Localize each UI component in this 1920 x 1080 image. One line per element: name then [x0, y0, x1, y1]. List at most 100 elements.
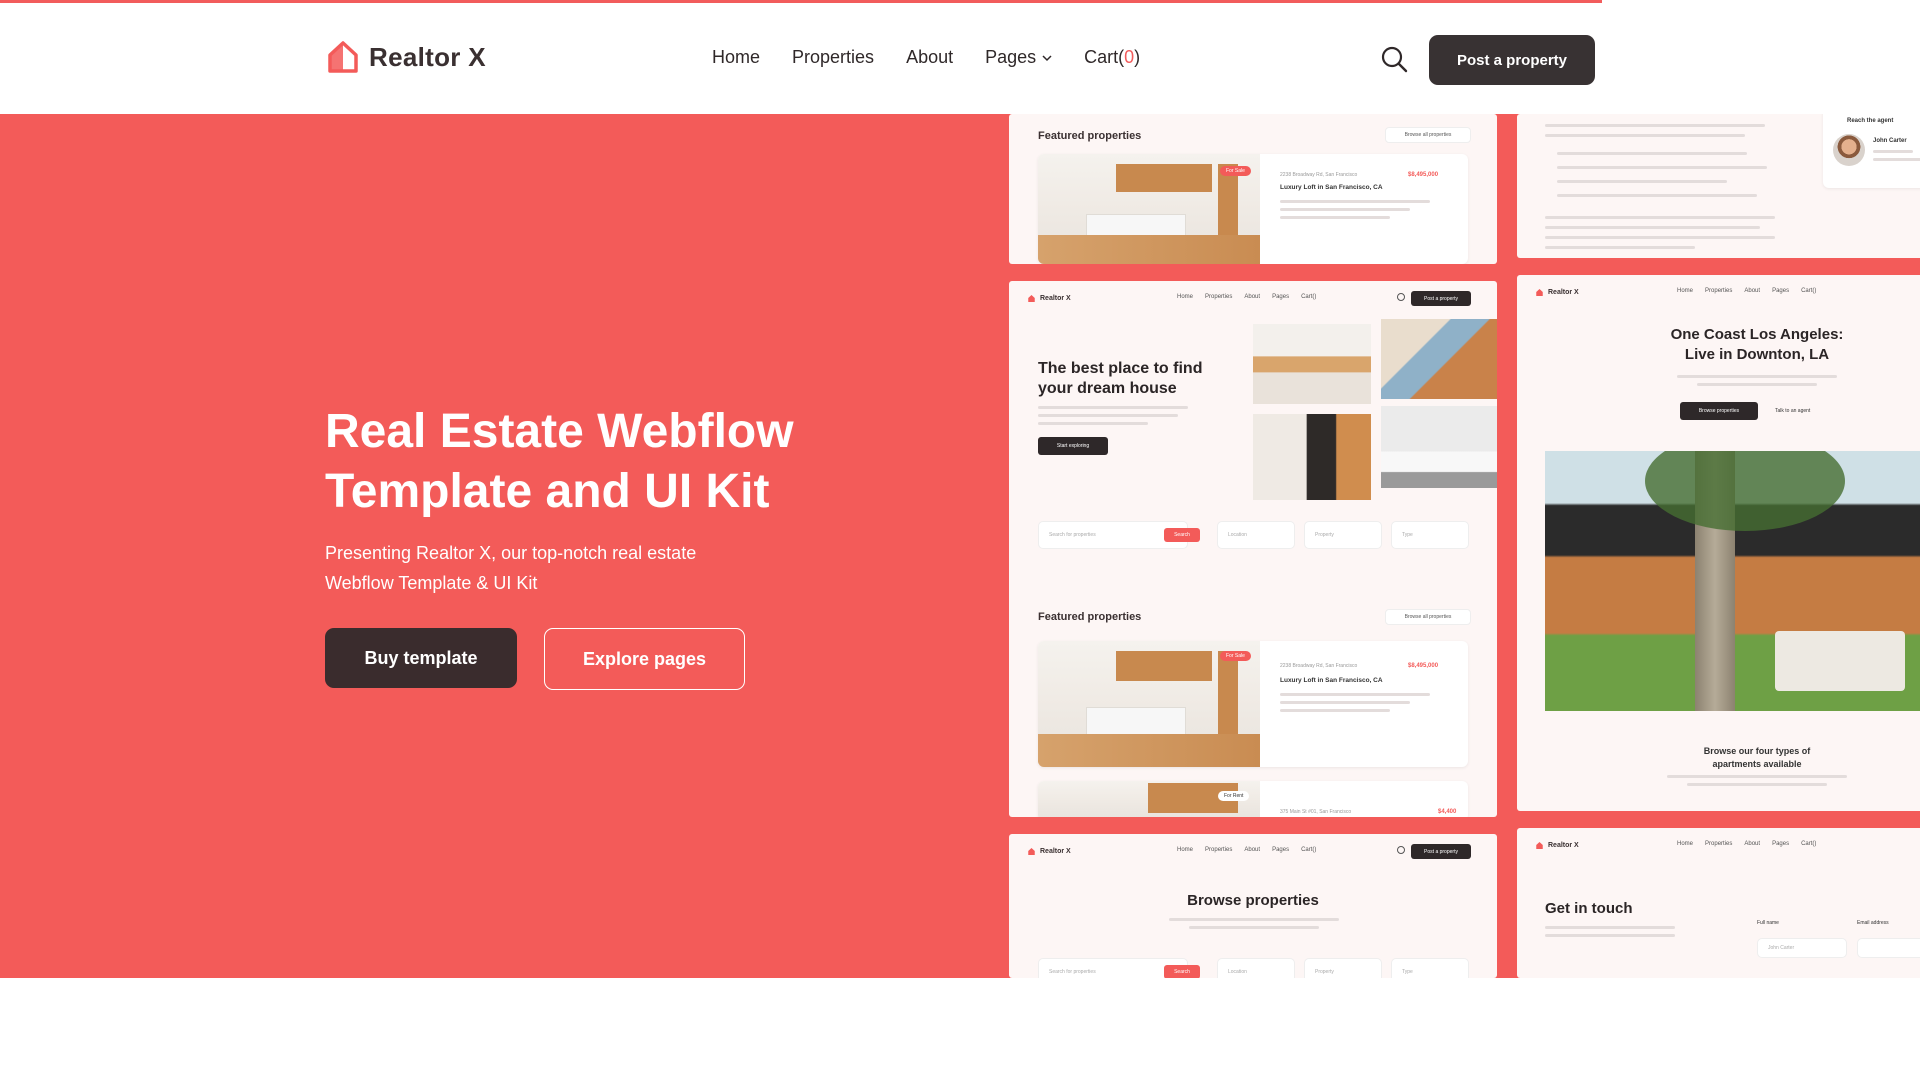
mini-nav-home: Home [1677, 841, 1694, 847]
hero-title: Real Estate Webflow Template and UI Kit [325, 405, 794, 518]
mini-logo-text: Realtor X [1548, 841, 1579, 849]
mini-listing-card: For Sale 2238 Broadway Rd, San Francisco… [1038, 641, 1468, 767]
nav-about[interactable]: About [906, 47, 953, 68]
mini-menu: Home Properties About Pages Cart() [1677, 841, 1816, 847]
sale-tag: For Sale [1220, 166, 1251, 176]
mini-menu: Home Properties About Pages Cart() [1677, 288, 1816, 294]
listing-price: $8,495,000 [1408, 172, 1439, 178]
mini-nav: Realtor X Home Properties About Pages Ca… [1009, 281, 1497, 315]
mini-nav: Realtor X Home Properties About Pages Ca… [1517, 275, 1920, 309]
agent-label: Reach the agent [1847, 118, 1894, 124]
site-header: Realtor X Home Properties About Pages Ca… [0, 3, 1920, 114]
mini-logo-text: Realtor X [1548, 288, 1579, 296]
mini-menu: Home Properties About Pages Cart() [1177, 847, 1316, 853]
listing-price: $8,495,000 [1408, 663, 1439, 669]
contact-full-name-label: Full name [1757, 920, 1779, 926]
mini-nav-properties: Properties [1705, 841, 1733, 847]
agent-card: Reach the agent John Carter [1823, 114, 1920, 188]
room-photo [1253, 414, 1371, 500]
mini-nav-pages: Pages [1772, 288, 1790, 294]
buy-template-button[interactable]: Buy template [325, 628, 517, 688]
contact-email-label: Email address [1857, 920, 1889, 926]
house-logo-icon [1028, 294, 1035, 302]
post-property-button[interactable]: Post a property [1429, 35, 1595, 85]
dining-photo [1253, 324, 1371, 404]
mini-nav: Realtor X Home Properties About Pages Ca… [1009, 834, 1497, 868]
mini-nav-cart: Cart() [1801, 288, 1817, 294]
listing-address: 2238 Broadway Rd, San Francisco [1280, 172, 1358, 178]
browse-types-text: Browse our four types of apartments avai… [1703, 746, 1811, 769]
main-menu: Home Properties About Pages Cart(0) [712, 47, 1140, 68]
search-button[interactable] [1380, 45, 1408, 78]
mini-nav-pages: Pages [1772, 841, 1790, 847]
mini-hero-headline: The best place to find your dream house [1038, 360, 1203, 397]
mini-search-button: Search [1164, 528, 1200, 542]
browse-search-button: Search [1164, 965, 1200, 978]
mini-nav-about: About [1244, 294, 1261, 300]
nav-pages[interactable]: Pages [985, 47, 1052, 68]
hero-subtitle: Presenting Realtor X, our top-notch real… [325, 543, 697, 593]
agent-name: John Carter [1873, 138, 1907, 144]
explore-pages-button[interactable]: Explore pages [544, 628, 745, 690]
preview-browse-all: Browse all properties [1385, 127, 1471, 143]
mini-menu: Home Properties About Pages Cart() [1177, 294, 1316, 300]
mini-nav-properties: Properties [1705, 288, 1733, 294]
listing-title: Luxury Loft in San Francisco, CA [1280, 677, 1383, 684]
browse-location-field: Location [1217, 958, 1295, 978]
mini-post-button: Post a property [1411, 291, 1471, 306]
agent-avatar [1833, 134, 1865, 166]
search-icon [1381, 46, 1408, 73]
house-logo-icon [328, 41, 358, 73]
mini-nav-about: About [1744, 288, 1761, 294]
nav-properties[interactable]: Properties [792, 47, 874, 68]
mini-post-button: Post a property [1411, 844, 1471, 859]
nav-cart-close: ) [1134, 47, 1141, 67]
living-photo [1381, 319, 1497, 399]
mini-nav-home: Home [1177, 294, 1194, 300]
mini-listing-card-2: For Rent 375 Main St #01, San Francisco … [1038, 781, 1468, 817]
mini-nav-home: Home [1677, 288, 1694, 294]
mini-nav-cart: Cart() [1301, 847, 1317, 853]
brand-logo[interactable]: Realtor X [325, 39, 486, 75]
contact-email-field [1857, 938, 1920, 958]
mini-logo: Realtor X [1535, 841, 1579, 850]
preview-agent: Reach the agent John Carter [1517, 114, 1920, 258]
mini-nav-about: About [1744, 841, 1761, 847]
house-logo-icon [1536, 288, 1543, 296]
preview-property-page: Realtor X Home Properties About Pages Ca… [1517, 275, 1920, 811]
listing-title: Luxury Loft in San Francisco, CA [1280, 184, 1383, 191]
mini-logo-text: Realtor X [1040, 847, 1071, 855]
property-agent-link: Talk to an agent [1775, 408, 1811, 414]
mini-nav-cart: Cart() [1301, 294, 1317, 300]
property-browse-button: Browse properties [1680, 402, 1758, 420]
preview-browse: Realtor X Home Properties About Pages Ca… [1009, 834, 1497, 978]
mini-logo-text: Realtor X [1040, 294, 1071, 302]
contact-title: Get in touch [1545, 900, 1633, 917]
mini-browse-all: Browse all properties [1385, 609, 1471, 625]
rent-tag: For Rent [1218, 791, 1250, 801]
hero-section: Real Estate Webflow Template and UI Kit … [0, 114, 1920, 978]
nav-home[interactable]: Home [712, 47, 760, 68]
preview-listing-card: For Sale 2238 Broadway Rd, San Francisco… [1038, 154, 1468, 264]
house-logo-icon [1028, 847, 1035, 855]
mini-nav-properties: Properties [1205, 847, 1233, 853]
nav-cart[interactable]: Cart(0) [1084, 47, 1140, 68]
preview-featured-title: Featured properties [1038, 130, 1142, 142]
mini-start-exploring: Start exploring [1038, 437, 1108, 455]
mini-nav-properties: Properties [1205, 294, 1233, 300]
house-logo-icon [1536, 841, 1543, 849]
nav-pages-label: Pages [985, 47, 1037, 67]
mini-property-field: Property [1304, 521, 1382, 549]
browse-title: Browse properties [1187, 892, 1319, 909]
contact-name-field: John Carter [1757, 938, 1847, 958]
mini-logo: Realtor X [1027, 294, 1071, 303]
preview-homepage: Realtor X Home Properties About Pages Ca… [1009, 281, 1497, 817]
mini-nav-pages: Pages [1272, 294, 1290, 300]
cart-count: 0 [1124, 47, 1135, 67]
chevron-down-icon [1042, 54, 1052, 61]
mini-nav-about: About [1244, 847, 1261, 853]
browse-type-field: Type [1391, 958, 1469, 978]
mini-nav-home: Home [1177, 847, 1194, 853]
mini-nav: Realtor X Home Properties About Pages Ca… [1517, 828, 1920, 862]
preview-contact: Realtor X Home Properties About Pages Ca… [1517, 828, 1920, 978]
